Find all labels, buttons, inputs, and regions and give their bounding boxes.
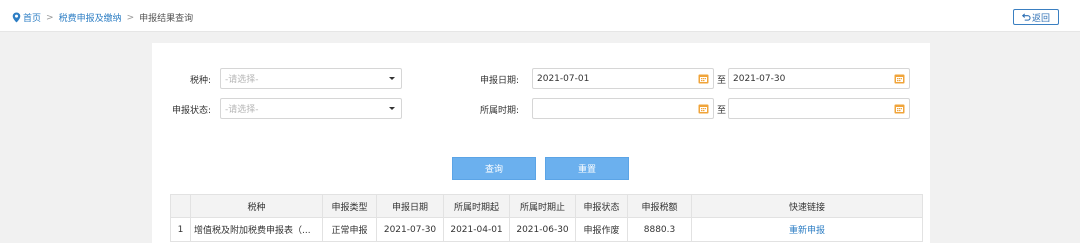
col-header-quick-link: 快速链接 — [691, 194, 923, 218]
chevron-down-icon — [389, 107, 395, 110]
col-header-index — [170, 194, 191, 218]
back-button[interactable]: 返回 — [1013, 9, 1059, 25]
tax-type-label: 税种: — [190, 76, 212, 86]
row-tax-type: 增值税及附加税费申报表（... — [190, 217, 323, 242]
tax-type-placeholder: -请选择- — [225, 75, 259, 85]
period-from-field[interactable] — [532, 98, 714, 119]
location-pin-icon — [12, 12, 21, 23]
breadcrumb-section[interactable]: 税费申报及缴纳 — [59, 11, 122, 24]
col-header-amount: 申报税额 — [627, 194, 692, 218]
col-header-period-to: 所属时期止 — [509, 194, 576, 218]
to-label: 至 — [717, 106, 727, 116]
calendar-icon[interactable] — [698, 103, 709, 114]
row-declare-date: 2021-07-30 — [376, 217, 444, 242]
row-status: 申报作废 — [575, 217, 628, 242]
calendar-icon[interactable] — [894, 73, 905, 84]
declare-date-label: 申报日期: — [480, 76, 520, 86]
col-header-declare-type: 申报类型 — [322, 194, 377, 218]
tax-type-select[interactable]: -请选择- — [220, 68, 402, 89]
col-header-declare-date: 申报日期 — [376, 194, 444, 218]
calendar-icon[interactable] — [894, 103, 905, 114]
row-period-to: 2021-06-30 — [509, 217, 576, 242]
period-to-field[interactable] — [728, 98, 910, 119]
query-button[interactable]: 查询 — [452, 157, 536, 180]
redeclare-link[interactable]: 重新申报 — [691, 217, 923, 242]
breadcrumb-home[interactable]: 首页 — [23, 11, 41, 24]
declare-status-placeholder: -请选择- — [225, 105, 259, 115]
declare-status-label: 申报状态: — [172, 106, 212, 116]
col-header-tax-type: 税种 — [190, 194, 323, 218]
period-label: 所属时期: — [480, 106, 520, 116]
breadcrumb-separator: > — [126, 12, 135, 23]
row-period-from: 2021-04-01 — [443, 217, 510, 242]
breadcrumb-current: 申报结果查询 — [139, 14, 194, 24]
reset-button[interactable]: 重置 — [545, 157, 629, 180]
declare-date-to-value: 2021-07-30 — [733, 73, 786, 84]
breadcrumb-separator: > — [46, 12, 54, 23]
to-label: 至 — [717, 76, 727, 86]
col-header-status: 申报状态 — [575, 194, 628, 218]
row-amount: 8880.3 — [627, 217, 692, 242]
back-label: 返回 — [1031, 13, 1050, 24]
table-row: 1 增值税及附加税费申报表（... 正常申报 2021-07-30 2021-0… — [170, 217, 923, 242]
breadcrumb: 首页 > 税费申报及缴纳 > 申报结果查询 — [12, 11, 193, 24]
row-index: 1 — [170, 217, 191, 242]
declare-status-select[interactable]: -请选择- — [220, 98, 402, 119]
table-header-row: 税种 申报类型 申报日期 所属时期起 所属时期止 申报状态 申报税额 快速链接 — [170, 194, 923, 218]
declare-date-from-value: 2021-07-01 — [537, 73, 590, 84]
row-declare-type: 正常申报 — [322, 217, 377, 242]
declare-date-to-field[interactable]: 2021-07-30 — [728, 68, 910, 89]
col-header-period-from: 所属时期起 — [443, 194, 510, 218]
declare-date-from-field[interactable]: 2021-07-01 — [532, 68, 714, 89]
chevron-down-icon — [389, 77, 395, 80]
back-arrow-icon — [1021, 13, 1031, 21]
top-bar: 首页 > 税费申报及缴纳 > 申报结果查询 返回 — [0, 0, 1080, 32]
results-table: 税种 申报类型 申报日期 所属时期起 所属时期止 申报状态 申报税额 快速链接 … — [170, 194, 923, 242]
calendar-icon[interactable] — [698, 73, 709, 84]
